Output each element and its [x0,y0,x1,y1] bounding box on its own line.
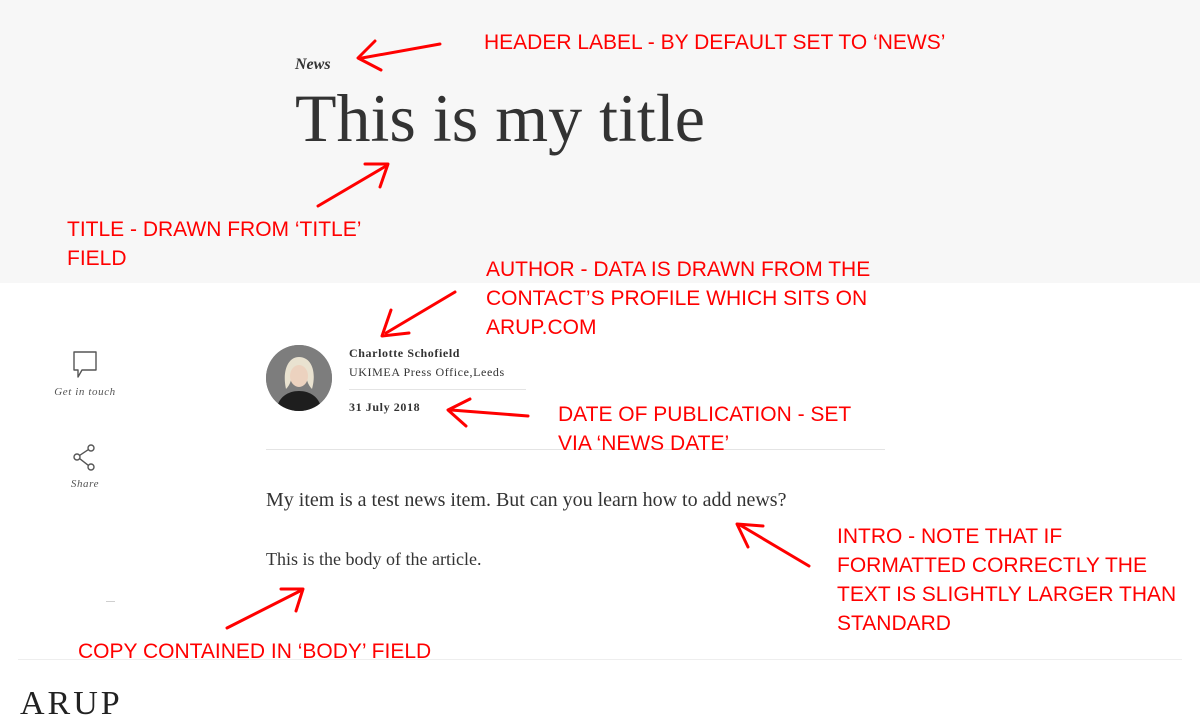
share-icon [73,444,95,471]
annotation-author-line: AUTHOR - DATA IS DRAWN FROM THE [486,258,871,281]
annotation-author: AUTHOR - DATA IS DRAWN FROM THE CONTACT’… [486,255,870,342]
annotation-date-line: VIA ‘NEWS DATE’ [558,432,730,455]
annotation-intro-line: FORMATTED CORRECTLY THE [837,554,1147,577]
avatar[interactable] [266,345,332,411]
author-name[interactable]: Charlotte Schofield [349,346,460,361]
annotation-author-line: CONTACT’S PROFILE WHICH SITS ON [486,287,868,310]
article-intro: My item is a test news item. But can you… [266,489,787,511]
annotation-date: DATE OF PUBLICATION - SET VIA ‘NEWS DATE… [558,400,851,458]
annotation-intro-line: INTRO - NOTE THAT IF [837,525,1063,548]
speech-bubble-icon [73,351,97,378]
arup-logo[interactable]: ARUP [20,684,123,724]
divider-mark [106,601,115,602]
annotation-intro-line: TEXT IS SLIGHTLY LARGER THAN [837,583,1177,606]
header-label: News [295,56,331,73]
publication-date: 31 July 2018 [349,400,421,414]
arrow-body [225,587,305,630]
article-body: This is the body of the article. [266,549,482,569]
author-role: UKIMEA Press Office,Leeds [349,365,505,379]
page-title: This is my title [295,80,705,156]
annotation-header-label: HEADER LABEL - BY DEFAULT SET TO ‘NEWS’ [484,31,946,54]
annotation-title-line: FIELD [67,247,127,270]
annotation-intro: INTRO - NOTE THAT IF FORMATTED CORRECTLY… [837,522,1176,638]
share-label: Share [70,478,100,490]
annotation-title-line: TITLE - DRAWN FROM ‘TITLE’ [67,218,362,241]
arrow-author [380,290,457,338]
annotation-author-line: ARUP.COM [486,316,597,339]
arrow-intro [735,522,811,568]
get-in-touch-label: Get in touch [54,386,116,398]
annotation-intro-line: STANDARD [837,612,951,635]
share-button[interactable]: Share [40,444,130,490]
author-photo [266,345,332,411]
annotation-title: TITLE - DRAWN FROM ‘TITLE’ FIELD [67,215,361,273]
annotation-body: COPY CONTAINED IN ‘BODY’ FIELD [78,640,432,663]
author-divider [349,389,526,390]
annotation-date-line: DATE OF PUBLICATION - SET [558,403,852,426]
get-in-touch-button[interactable]: Get in touch [40,350,130,398]
